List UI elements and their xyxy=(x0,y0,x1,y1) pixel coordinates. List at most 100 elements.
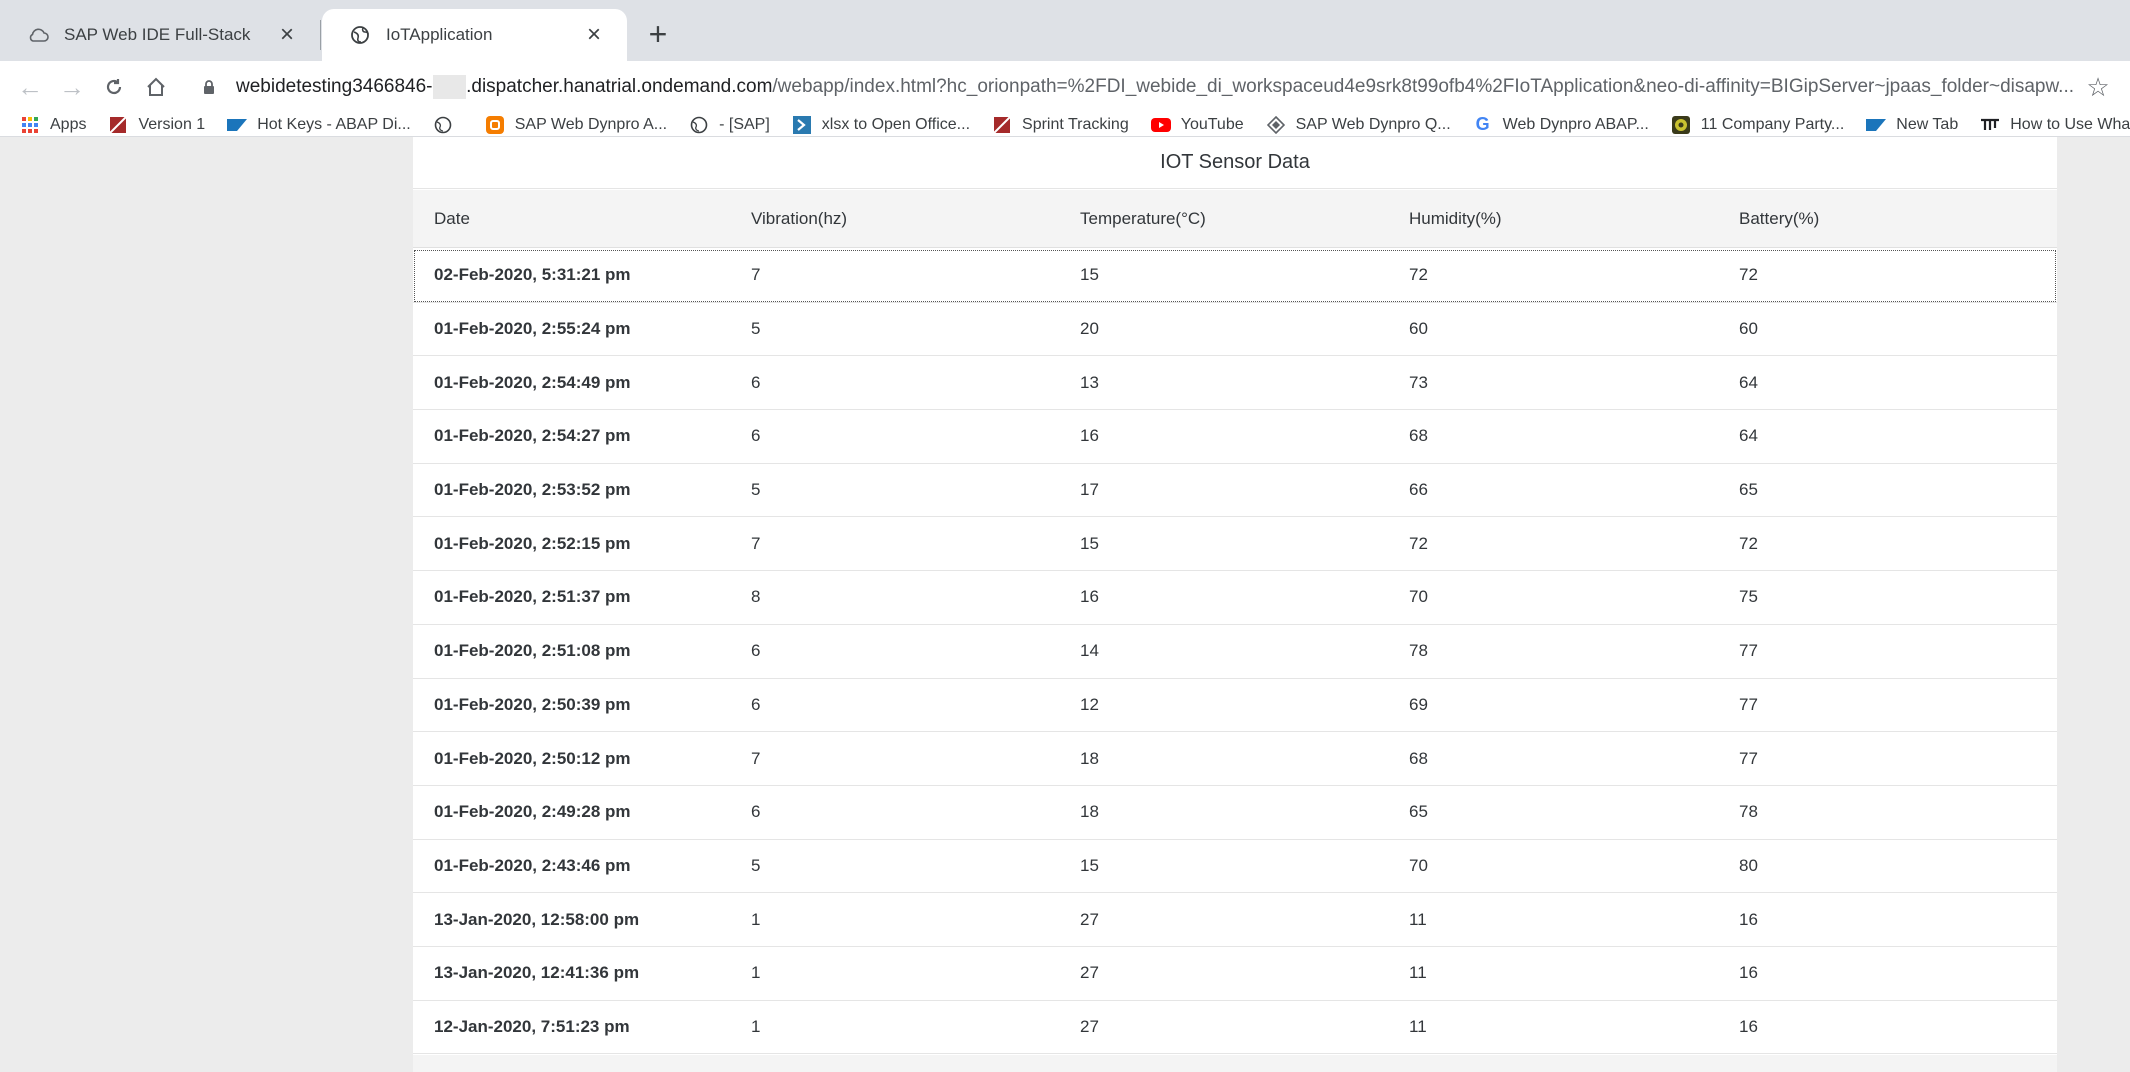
google-icon: G xyxy=(1475,114,1490,134)
cell-temperature: 27 xyxy=(1080,1016,1099,1036)
home-icon[interactable] xyxy=(138,69,174,105)
cell-battery: 72 xyxy=(1739,533,1758,553)
bookmark-label: Version 1 xyxy=(138,115,206,133)
cell-vibration: 6 xyxy=(751,372,761,392)
cell-date: 01-Feb-2020, 2:54:27 pm xyxy=(434,426,631,446)
cell-humidity: 68 xyxy=(1409,426,1428,446)
table-row[interactable]: 01-Feb-2020, 2:49:28 pm 6 18 65 78 xyxy=(413,785,2057,840)
tab-sap-web-ide[interactable]: SAP Web IDE Full-Stack × xyxy=(0,9,320,61)
bookmark-sap-web-dynpro-q[interactable]: SAP Web Dynpro Q... xyxy=(1266,115,1451,135)
cell-vibration: 1 xyxy=(751,1016,761,1036)
table-row[interactable]: 13-Jan-2020, 12:58:00 pm 1 27 11 16 xyxy=(413,893,2057,947)
bookmark-xlsx[interactable]: xlsx to Open Office... xyxy=(792,115,970,135)
column-header-temperature[interactable]: Temperature(°C) xyxy=(1080,190,1206,247)
bookmark-sap-web-dynpro-a[interactable]: SAP Web Dynpro A... xyxy=(485,115,667,135)
forward-arrow-icon[interactable]: → xyxy=(54,69,90,105)
cell-date: 01-Feb-2020, 2:51:37 pm xyxy=(434,587,631,607)
reload-icon[interactable] xyxy=(96,69,132,105)
table-row[interactable]: 01-Feb-2020, 2:50:39 pm 6 12 69 77 xyxy=(413,678,2057,733)
table-row[interactable]: 12-Jan-2020, 7:51:23 pm 1 27 11 16 xyxy=(413,1000,2057,1055)
cell-date: 12-Jan-2020, 7:51:23 pm xyxy=(434,1016,630,1036)
new-tab-button[interactable]: + xyxy=(640,16,676,52)
cell-vibration: 5 xyxy=(751,855,761,875)
badge-icon xyxy=(1671,115,1691,135)
cell-battery: 16 xyxy=(1739,1016,1758,1036)
hindi-icon xyxy=(1980,115,2000,135)
cell-humidity: 68 xyxy=(1409,748,1428,768)
close-icon[interactable]: × xyxy=(274,21,300,48)
lock-icon xyxy=(198,76,220,98)
sap-logo-icon xyxy=(227,115,248,135)
bookmark-star-icon[interactable]: ☆ xyxy=(2080,69,2116,105)
back-arrow-icon[interactable]: ← xyxy=(12,69,48,105)
page-content: IOT Sensor Data Date Vibration(hz) Tempe… xyxy=(0,137,2130,1072)
cell-humidity: 11 xyxy=(1409,909,1427,929)
url-path: /webapp/index.html?hc_orionpath=%2FDI_we… xyxy=(772,76,2074,97)
cell-humidity: 70 xyxy=(1409,587,1428,607)
table-row[interactable]: 01-Feb-2020, 2:43:46 pm 5 15 70 80 xyxy=(413,839,2057,894)
cell-battery: 72 xyxy=(1739,265,1758,285)
bookmark-label: - [SAP] xyxy=(719,115,770,133)
bookmark-whatsapp[interactable]: How to Use Whats... xyxy=(1980,115,2130,135)
close-icon[interactable]: × xyxy=(581,21,607,48)
bookmark-sprint-tracking[interactable]: Sprint Tracking xyxy=(992,115,1129,135)
bookmark-label: Apps xyxy=(50,115,87,133)
bookmark-apps[interactable]: Apps xyxy=(20,115,86,135)
cell-date: 01-Feb-2020, 2:49:28 pm xyxy=(434,802,631,822)
cell-vibration: 7 xyxy=(751,533,761,553)
table-row[interactable]: 01-Feb-2020, 2:53:52 pm 5 17 66 65 xyxy=(413,463,2057,518)
cell-vibration: 7 xyxy=(751,265,761,285)
bookmark-label: 11 Company Party... xyxy=(1700,115,1845,133)
tab-title: SAP Web IDE Full-Stack xyxy=(64,25,251,44)
bookmark-sap[interactable]: - [SAP] xyxy=(689,115,770,135)
column-header-date[interactable]: Date xyxy=(434,190,470,247)
table-row[interactable]: 01-Feb-2020, 2:51:37 pm 8 16 70 75 xyxy=(413,571,2057,625)
tab-strip: SAP Web IDE Full-Stack × IoTApplication … xyxy=(0,0,2130,61)
cell-date: 13-Jan-2020, 12:58:00 pm xyxy=(434,909,640,929)
bookmark-hot-keys[interactable]: Hot Keys - ABAP Di... xyxy=(227,115,411,135)
bookmarks-bar: Apps Version 1 Hot Keys - ABAP Di... SAP… xyxy=(0,113,2130,137)
bookmark-label: Hot Keys - ABAP Di... xyxy=(257,115,411,133)
table-row[interactable]: 01-Feb-2020, 2:55:24 pm 5 20 60 60 xyxy=(413,302,2057,357)
bookmark-web-dynpro-abap[interactable]: G Web Dynpro ABAP... xyxy=(1473,114,1649,135)
table-row[interactable]: 02-Feb-2020, 5:31:21 pm 7 15 72 72 xyxy=(413,249,2057,303)
table-row[interactable]: 01-Feb-2020, 2:52:15 pm 7 15 72 72 xyxy=(413,517,2057,572)
table-row[interactable]: 01-Feb-2020, 2:54:27 pm 6 16 68 64 xyxy=(413,410,2057,464)
column-header-battery[interactable]: Battery(%) xyxy=(1739,190,1819,247)
cell-date: 13-Jan-2020, 12:41:36 pm xyxy=(434,963,640,983)
cell-battery: 77 xyxy=(1739,694,1758,714)
cell-battery: 64 xyxy=(1739,426,1758,446)
cell-date: 01-Feb-2020, 2:53:52 pm xyxy=(434,480,631,500)
column-header-vibration[interactable]: Vibration(hz) xyxy=(751,190,847,247)
cell-date: 01-Feb-2020, 2:50:39 pm xyxy=(434,694,631,714)
bookmark-new-tab[interactable]: New Tab xyxy=(1866,115,1958,135)
bookmark-label: SAP Web Dynpro A... xyxy=(514,115,668,133)
table-row[interactable]: 01-Feb-2020, 2:50:12 pm 7 18 68 77 xyxy=(413,732,2057,786)
cell-humidity: 69 xyxy=(1409,694,1428,714)
cell-date: 02-Feb-2020, 5:31:21 pm xyxy=(434,265,631,285)
table-row[interactable]: 01-Feb-2020, 2:51:08 pm 6 14 78 77 xyxy=(413,624,2057,679)
address-bar[interactable]: webidetesting3466846- .dispatcher.hanatr… xyxy=(184,67,2074,107)
table-header: Date Vibration(hz) Temperature(°C) Humid… xyxy=(413,190,2057,248)
cell-humidity: 78 xyxy=(1409,641,1428,661)
bookmark-youtube[interactable]: YouTube xyxy=(1150,115,1244,135)
cell-date: 01-Feb-2020, 2:50:12 pm xyxy=(434,748,631,768)
table-row[interactable]: 01-Feb-2020, 2:54:49 pm 6 13 73 64 xyxy=(413,356,2057,411)
bookmark-globe[interactable] xyxy=(433,115,463,135)
bookmark-label: Web Dynpro ABAP... xyxy=(1502,115,1649,133)
cell-date: 01-Feb-2020, 2:51:08 pm xyxy=(434,641,631,661)
sensor-data-panel: IOT Sensor Data Date Vibration(hz) Tempe… xyxy=(413,137,2057,1072)
bookmark-version-1[interactable]: Version 1 xyxy=(108,115,205,135)
cell-vibration: 1 xyxy=(751,909,761,929)
cloud-icon xyxy=(26,23,50,47)
table-row[interactable]: 13-Jan-2020, 12:41:36 pm 1 27 11 16 xyxy=(413,946,2057,1001)
tab-iot-application[interactable]: IoTApplication × xyxy=(322,9,627,61)
column-header-humidity[interactable]: Humidity(%) xyxy=(1409,190,1502,247)
cell-battery: 77 xyxy=(1739,641,1758,661)
cell-vibration: 6 xyxy=(751,426,761,446)
tab-divider xyxy=(320,20,321,50)
cell-temperature: 12 xyxy=(1080,694,1099,714)
page-icon xyxy=(992,115,1012,135)
page-icon xyxy=(108,115,128,135)
bookmark-company-party[interactable]: 11 Company Party... xyxy=(1671,115,1844,135)
